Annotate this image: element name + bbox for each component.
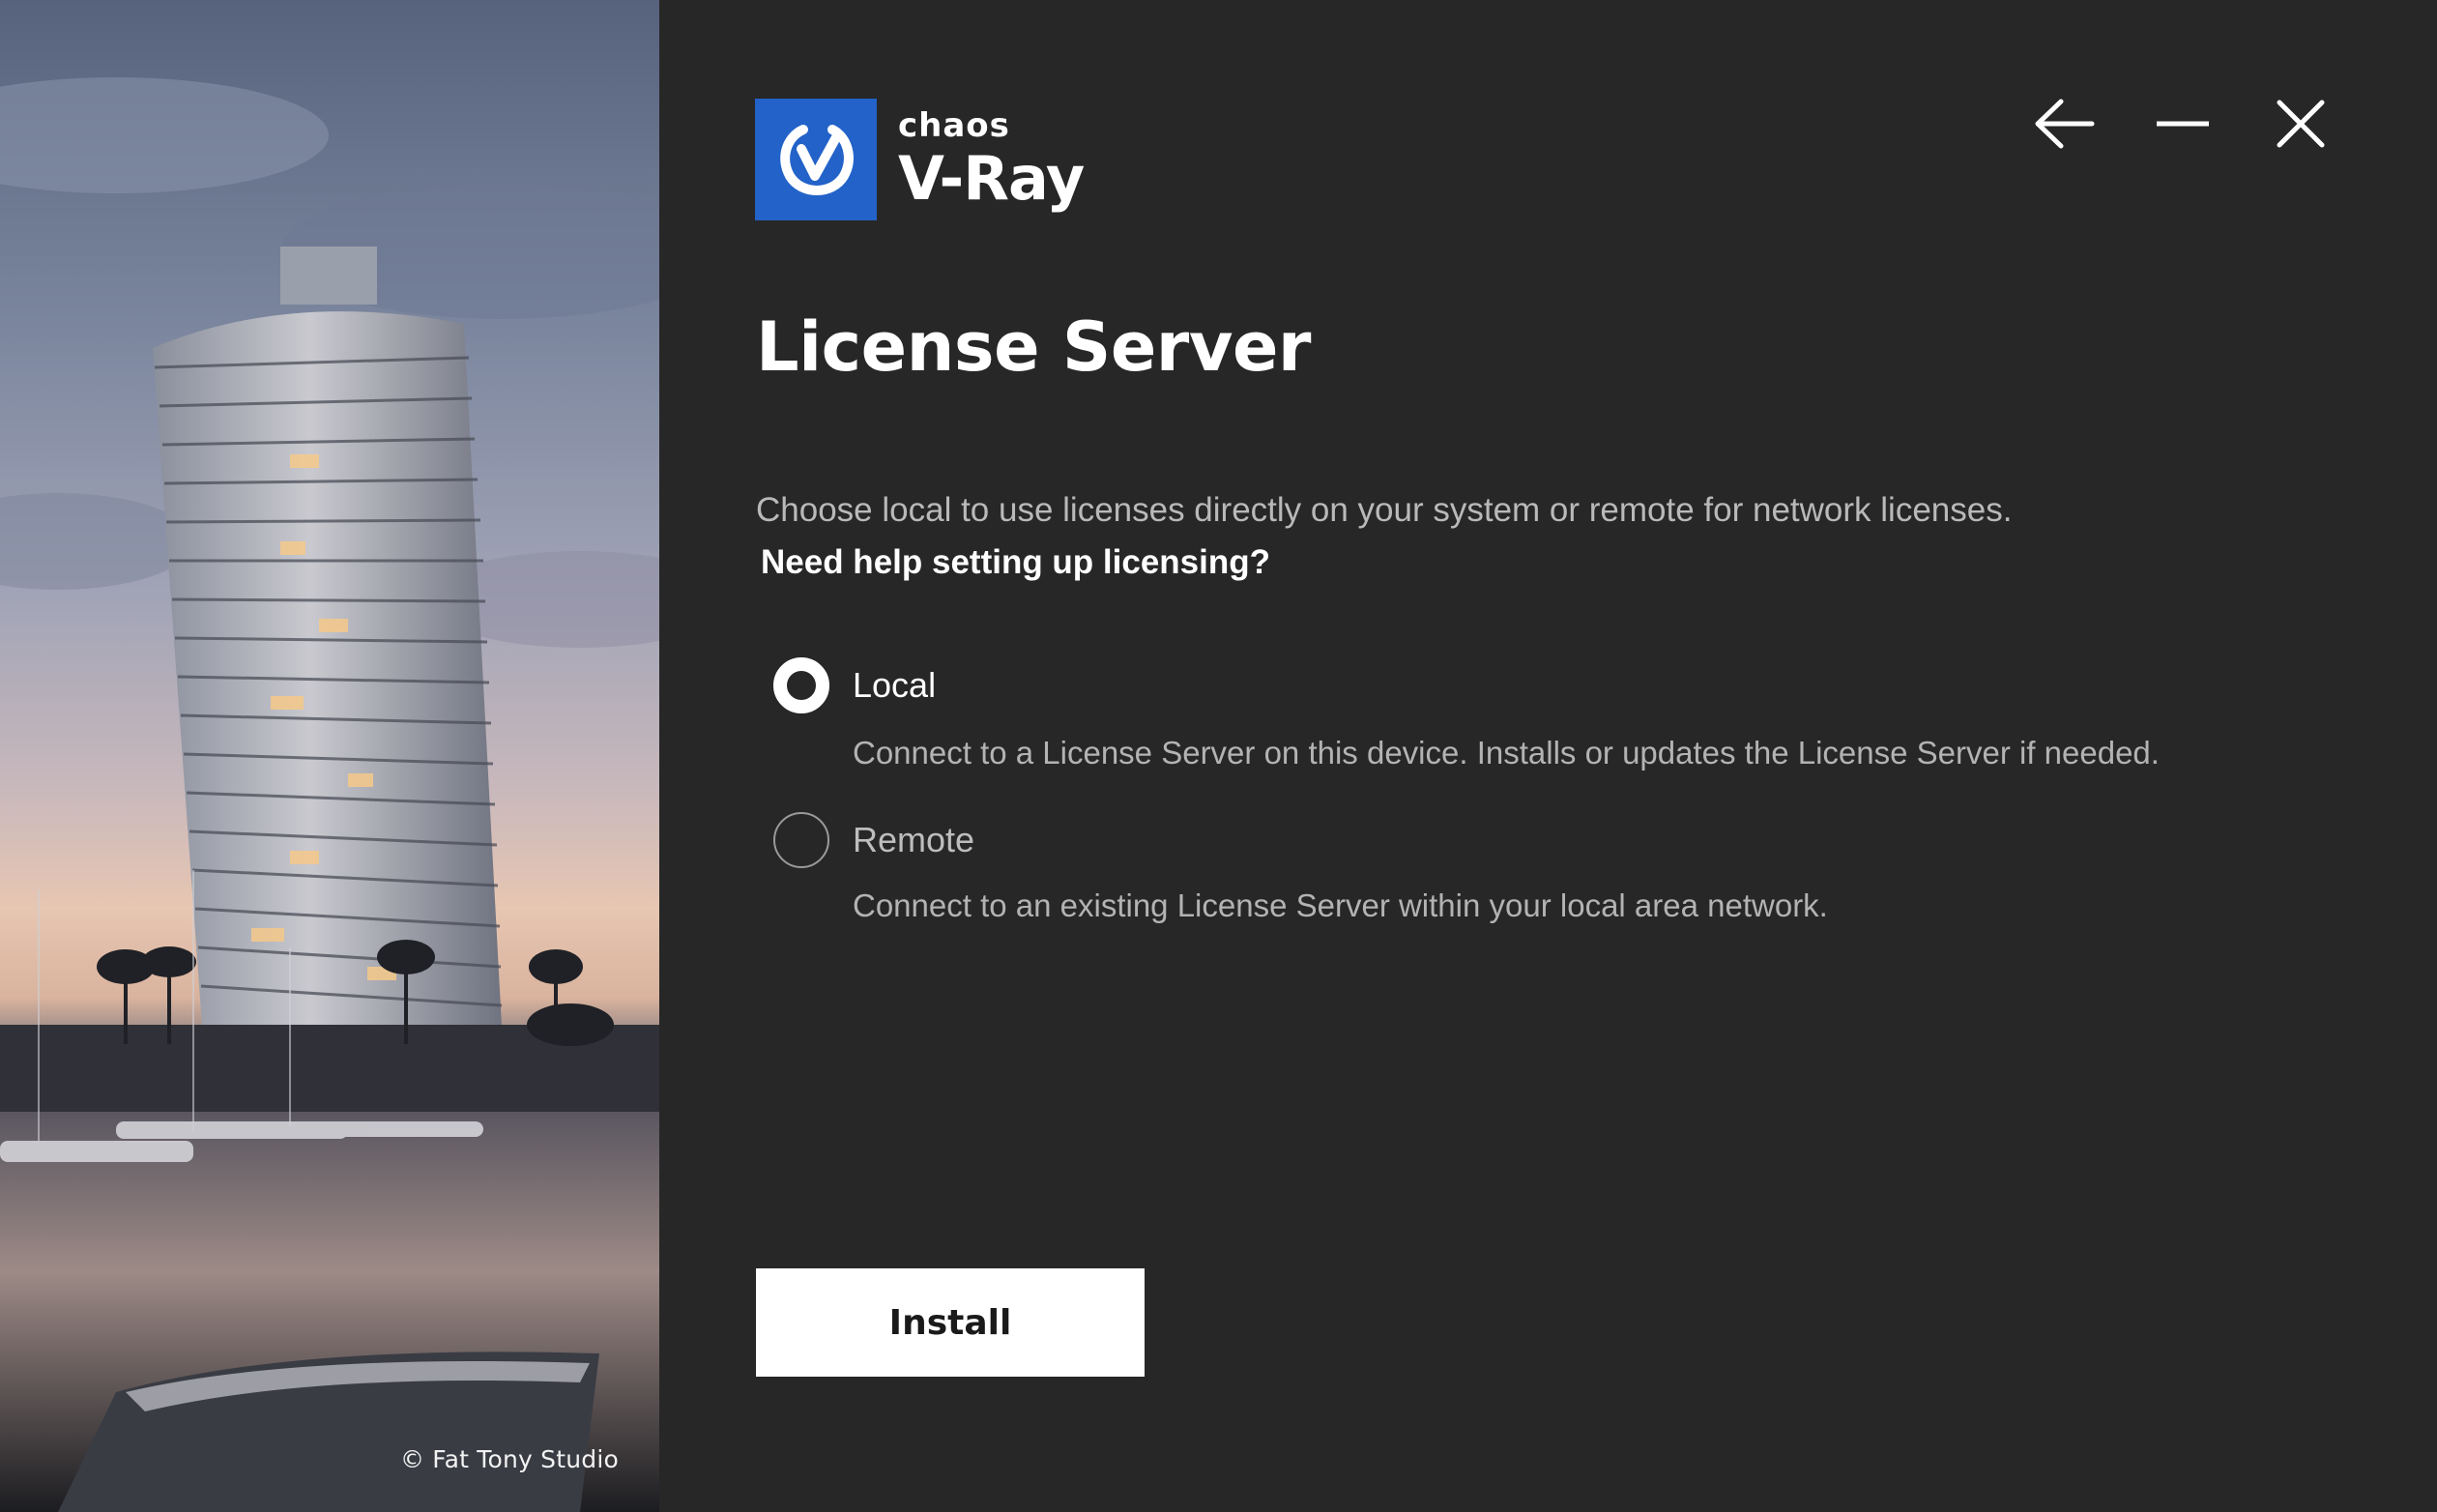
remote-label: Remote [853, 820, 975, 859]
arrow-left-icon [2035, 99, 2095, 149]
hero-image: © Fat Tony Studio [0, 0, 659, 1512]
photo-credit: © Fat Tony Studio [399, 1445, 619, 1473]
logo-text: chaos V-Ray [898, 99, 1085, 214]
option-local[interactable]: Local [773, 657, 936, 713]
licensing-help-link[interactable]: Need help setting up licensing? [761, 543, 1270, 582]
close-button[interactable] [2242, 89, 2360, 159]
page-description: Choose local to use licenses directly on… [756, 491, 2013, 529]
logo-brand: chaos [898, 106, 1010, 145]
local-label: Local [853, 665, 937, 705]
close-icon [2277, 100, 2325, 148]
remote-radio[interactable] [773, 812, 829, 868]
back-button[interactable] [2006, 89, 2124, 159]
local-description: Connect to a License Server on this devi… [853, 735, 2160, 771]
logo-product: V-Ray [898, 143, 1085, 214]
hero-illustration [0, 77, 659, 1512]
vray-logo-icon [755, 99, 877, 220]
page-title: License Server [756, 307, 1311, 387]
window-controls [2006, 89, 2360, 159]
minimize-icon [2157, 121, 2209, 127]
install-button[interactable]: Install [756, 1268, 1145, 1377]
remote-description: Connect to an existing License Server wi… [853, 887, 1828, 923]
vray-logo: chaos V-Ray [755, 99, 1085, 220]
option-remote[interactable]: Remote [773, 812, 974, 868]
minimize-button[interactable] [2124, 89, 2242, 159]
installer-window: © Fat Tony Studio chaos V-Ray License Se… [0, 0, 2437, 1512]
content-panel: chaos V-Ray License Server Choose local … [659, 0, 2437, 1512]
local-radio[interactable] [773, 657, 829, 713]
